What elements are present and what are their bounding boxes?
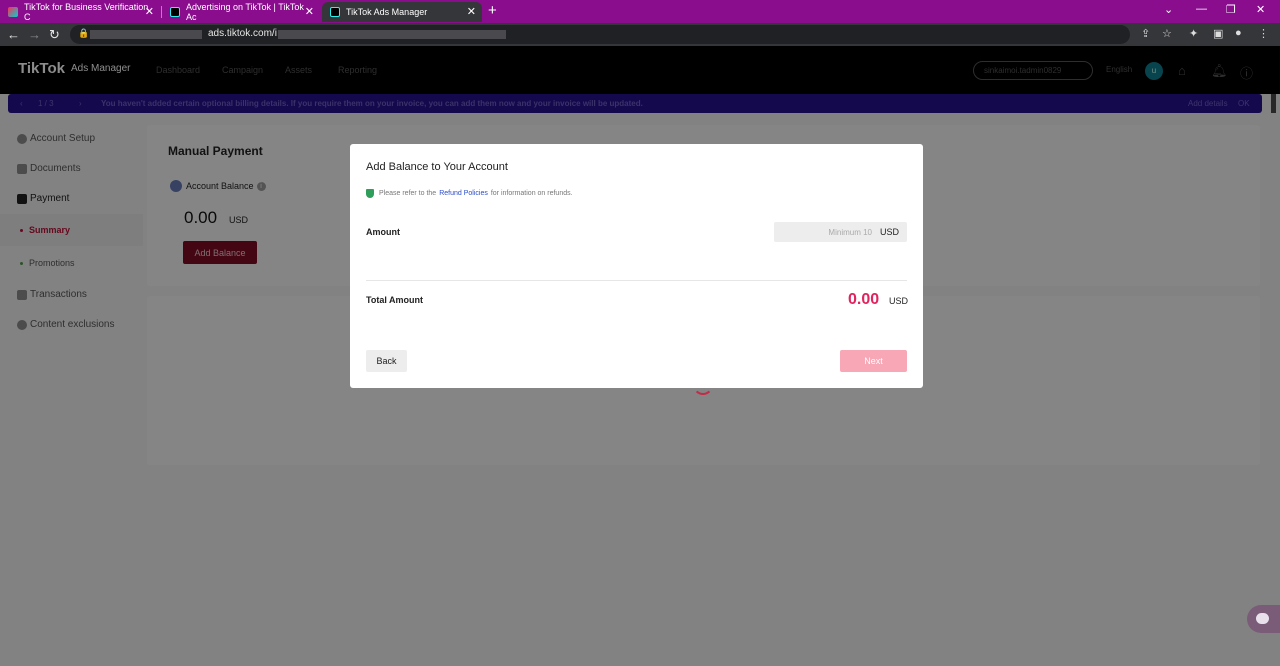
browser-tab-strip: TikTok for Business Verification C ✕ Adv… bbox=[0, 0, 1280, 23]
back-button[interactable]: Back bbox=[366, 350, 407, 372]
restore-icon[interactable]: ❐ bbox=[1226, 3, 1236, 16]
modal-title: Add Balance to Your Account bbox=[366, 161, 508, 173]
browser-tab-verification[interactable]: TikTok for Business Verification C ✕ bbox=[0, 2, 160, 22]
divider bbox=[366, 280, 907, 281]
browser-toolbar: ← → ↻ 🔒 ads.tiktok.com/i ⇪ ☆ ✦ ▣ ● ⋮ bbox=[0, 23, 1280, 46]
amount-field-wrapper: USD bbox=[774, 222, 907, 242]
add-balance-modal: Add Balance to Your Account Please refer… bbox=[350, 144, 923, 388]
amount-currency: USD bbox=[880, 227, 900, 237]
browser-tab-advertising[interactable]: Advertising on TikTok | TikTok Ac ✕ bbox=[162, 2, 320, 22]
redacted-region bbox=[90, 30, 202, 39]
share-icon[interactable]: ⇪ bbox=[1141, 27, 1150, 40]
note-text: for information on refunds. bbox=[490, 190, 573, 197]
tiktok-favicon-icon bbox=[330, 7, 340, 17]
bookmark-star-icon[interactable]: ☆ bbox=[1162, 27, 1172, 40]
profile-icon[interactable]: ● bbox=[1235, 27, 1242, 39]
reload-icon[interactable]: ↻ bbox=[49, 27, 60, 43]
total-currency: USD bbox=[889, 296, 909, 306]
refund-policies-link[interactable]: Refund Policies bbox=[439, 190, 488, 197]
tiktok-favicon-icon bbox=[170, 7, 180, 17]
redacted-region bbox=[278, 30, 506, 39]
side-panel-icon[interactable]: ▣ bbox=[1213, 27, 1223, 40]
close-tab-icon[interactable]: ✕ bbox=[145, 5, 154, 18]
extensions-icon[interactable]: ✦ bbox=[1189, 27, 1198, 40]
tab-search-chevron-icon[interactable]: ⌄ bbox=[1164, 3, 1173, 16]
chat-support-button[interactable] bbox=[1247, 605, 1280, 633]
lock-icon: 🔒 bbox=[78, 28, 90, 38]
tab-title: Advertising on TikTok | TikTok Ac bbox=[186, 2, 304, 22]
total-amount-label: Total Amount bbox=[366, 295, 423, 305]
refund-note: Please refer to the Refund Policies for … bbox=[366, 189, 573, 198]
minimize-icon[interactable]: — bbox=[1196, 3, 1207, 15]
window-close-icon[interactable]: ✕ bbox=[1256, 3, 1265, 16]
browser-tab-ads-manager[interactable]: TikTok Ads Manager ✕ bbox=[322, 2, 482, 22]
tiktok-favicon-icon bbox=[8, 7, 18, 17]
close-tab-icon[interactable]: ✕ bbox=[305, 5, 314, 18]
next-button[interactable]: Next bbox=[840, 350, 907, 372]
browser-menu-icon[interactable]: ⋮ bbox=[1258, 27, 1269, 40]
new-tab-button[interactable]: + bbox=[488, 2, 497, 19]
shield-check-icon bbox=[366, 189, 374, 198]
chat-icon bbox=[1256, 613, 1269, 624]
tab-title: TikTok Ads Manager bbox=[346, 7, 428, 17]
note-text: Please refer to the bbox=[379, 190, 437, 197]
amount-input[interactable] bbox=[774, 222, 874, 242]
back-arrow-icon[interactable]: ← bbox=[7, 27, 20, 42]
forward-arrow-icon[interactable]: → bbox=[28, 27, 41, 42]
total-amount-value: 0.00 bbox=[848, 291, 880, 308]
close-tab-icon[interactable]: ✕ bbox=[467, 5, 476, 18]
amount-label: Amount bbox=[366, 227, 400, 237]
tab-title: TikTok for Business Verification C bbox=[24, 2, 149, 22]
url-text: ads.tiktok.com/i bbox=[208, 28, 277, 39]
address-bar[interactable]: 🔒 ads.tiktok.com/i bbox=[70, 25, 1130, 44]
